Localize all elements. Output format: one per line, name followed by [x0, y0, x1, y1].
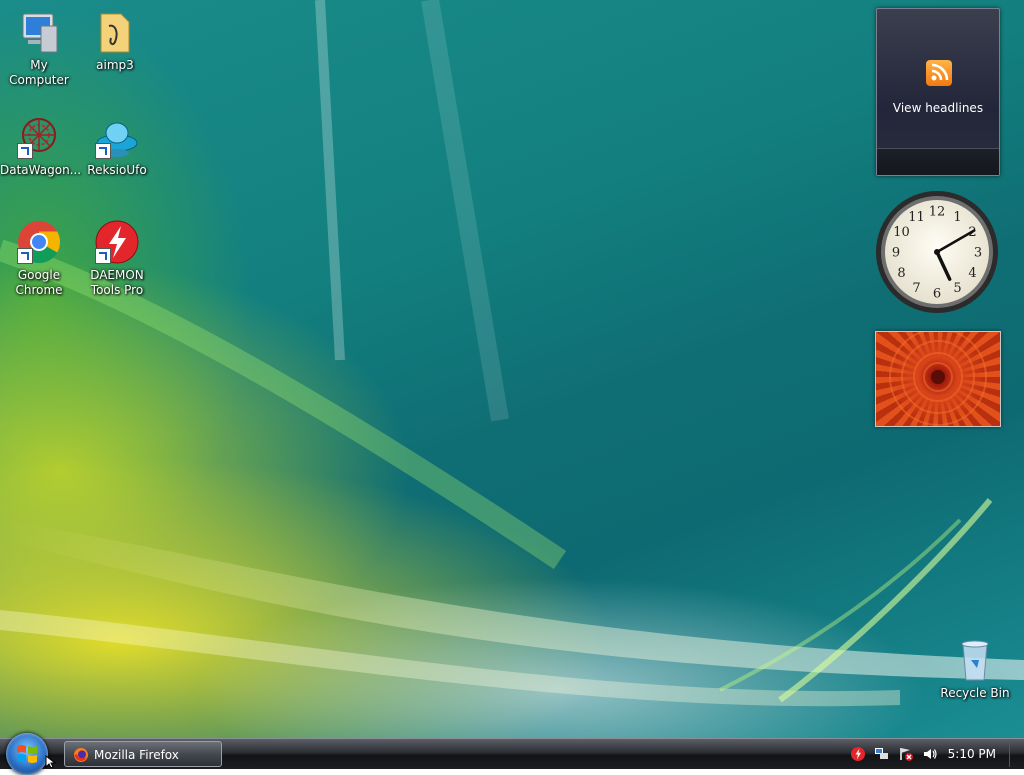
feed-headlines-gadget[interactable]: View headlines: [876, 8, 1000, 176]
system-tray: 5:10 PM: [834, 739, 1024, 769]
show-desktop-button[interactable]: [1009, 741, 1024, 767]
desktop-icon-label: Recycle Bin: [940, 686, 1010, 700]
desktop-icon-label: Google Chrome: [15, 268, 63, 297]
security-alert-icon[interactable]: [898, 746, 914, 762]
firefox-icon: [74, 748, 88, 762]
desktop-icon-recycle-bin[interactable]: Recycle Bin: [936, 636, 1014, 701]
taskbar-button-firefox[interactable]: Mozilla Firefox: [64, 741, 222, 767]
clock-face: 121234567891011: [876, 191, 998, 313]
start-button[interactable]: [6, 733, 48, 775]
volume-icon[interactable]: [922, 746, 938, 762]
clock-gadget[interactable]: 121234567891011: [874, 189, 1000, 315]
taskbar-button-label: Mozilla Firefox: [94, 748, 179, 762]
shortcut-arrow-icon: [95, 248, 111, 264]
desktop-icon-aimp3[interactable]: aimp3: [76, 8, 154, 73]
rss-icon: [926, 60, 952, 86]
clock-number: 1: [953, 210, 961, 225]
computer-icon: [22, 13, 58, 53]
clock-number: 12: [929, 205, 946, 220]
taskbar: Mozilla Firefox 5:10 PM: [0, 733, 1024, 775]
desktop-icon-label: DAEMON Tools Pro: [90, 268, 144, 297]
clock-number: 11: [908, 210, 925, 225]
clock-number: 6: [933, 287, 941, 302]
shortcut-arrow-icon: [95, 143, 111, 159]
desktop-icon-daemon-tools[interactable]: DAEMON Tools Pro: [78, 218, 156, 298]
wallpaper-streaks: [0, 0, 1024, 707]
view-headlines-link[interactable]: View headlines: [877, 101, 999, 115]
clock-number: 10: [893, 225, 910, 240]
recycle-bin-icon: [961, 640, 989, 681]
clock-number: 5: [953, 281, 961, 296]
desktop-icon-label: DataWagon...: [0, 163, 82, 177]
feed-gadget-footer: [877, 148, 999, 175]
desktop-icon-label: ReksioUfo: [87, 163, 147, 177]
desktop-icon-my-computer[interactable]: My Computer: [0, 8, 78, 88]
desktop[interactable]: My Computer aimp3 DataWagon... ReksioUfo…: [0, 0, 1024, 738]
desktop-icon-label: aimp3: [96, 58, 134, 72]
clock-number: 9: [892, 246, 900, 261]
windows-logo-icon: [17, 745, 37, 763]
desktop-icon-reksioufo[interactable]: ReksioUfo: [78, 113, 156, 178]
desktop-icon-label: My Computer: [9, 58, 69, 87]
clock-number: 7: [912, 281, 920, 296]
mouse-cursor-icon: [45, 755, 57, 769]
folder-icon: [100, 13, 130, 53]
clock-number: 8: [897, 266, 905, 281]
shortcut-arrow-icon: [17, 248, 33, 264]
slideshow-gadget[interactable]: [875, 328, 1001, 427]
clock-number: 4: [968, 266, 976, 281]
desktop-icon-datawagon[interactable]: DataWagon...: [0, 113, 82, 178]
daemon-tray-icon[interactable]: [850, 746, 866, 762]
clock-number: 3: [974, 246, 982, 261]
desktop-icon-google-chrome[interactable]: Google Chrome: [0, 218, 78, 298]
taskbar-clock[interactable]: 5:10 PM: [948, 739, 996, 769]
network-icon[interactable]: [874, 746, 890, 762]
flower-photo: [889, 328, 987, 426]
shortcut-arrow-icon: [17, 143, 33, 159]
